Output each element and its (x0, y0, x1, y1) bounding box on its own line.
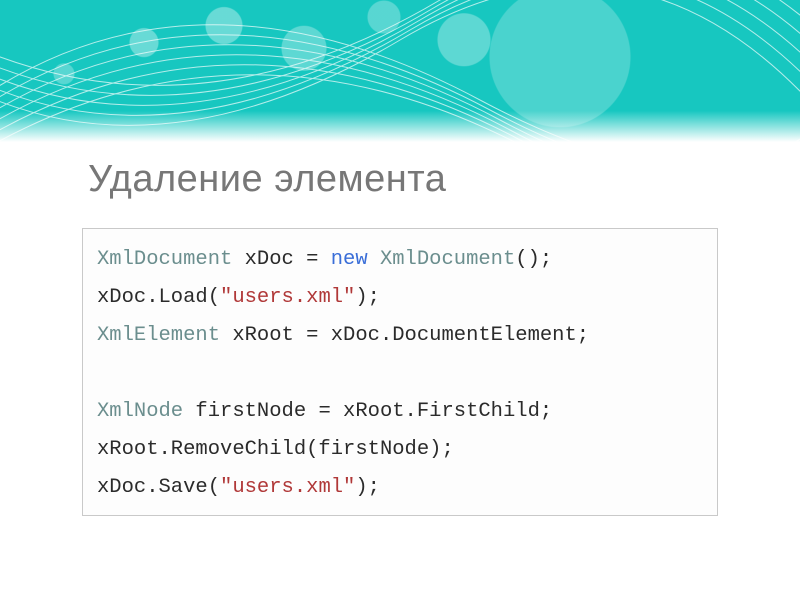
code-token: xRoot.RemoveChild(firstNode); (97, 438, 454, 461)
presentation-slide: Удаление элемента XmlDocument xDoc = new… (0, 0, 800, 600)
code-token: XmlNode (97, 400, 183, 423)
code-token: XmlElement (97, 324, 220, 347)
code-string: "users.xml" (220, 286, 355, 309)
mesh-lines-icon (0, 0, 800, 142)
code-token: ); (355, 476, 380, 499)
code-token: XmlDocument (97, 248, 232, 271)
code-token: ); (355, 286, 380, 309)
code-blank-line (97, 362, 109, 385)
code-token: firstNode = xRoot.FirstChild; (183, 400, 552, 423)
code-token: XmlDocument (368, 248, 516, 271)
decorative-banner (0, 0, 800, 142)
code-snippet: XmlDocument xDoc = new XmlDocument(); xD… (97, 241, 703, 507)
code-token: (); (515, 248, 552, 271)
code-token: xDoc.Save( (97, 476, 220, 499)
code-token: xDoc = (232, 248, 330, 271)
code-token: xRoot = xDoc.DocumentElement; (220, 324, 589, 347)
slide-title: Удаление элемента (88, 158, 446, 201)
code-keyword: new (331, 248, 368, 271)
code-string: "users.xml" (220, 476, 355, 499)
code-snippet-box: XmlDocument xDoc = new XmlDocument(); xD… (82, 228, 718, 516)
code-token: xDoc.Load( (97, 286, 220, 309)
